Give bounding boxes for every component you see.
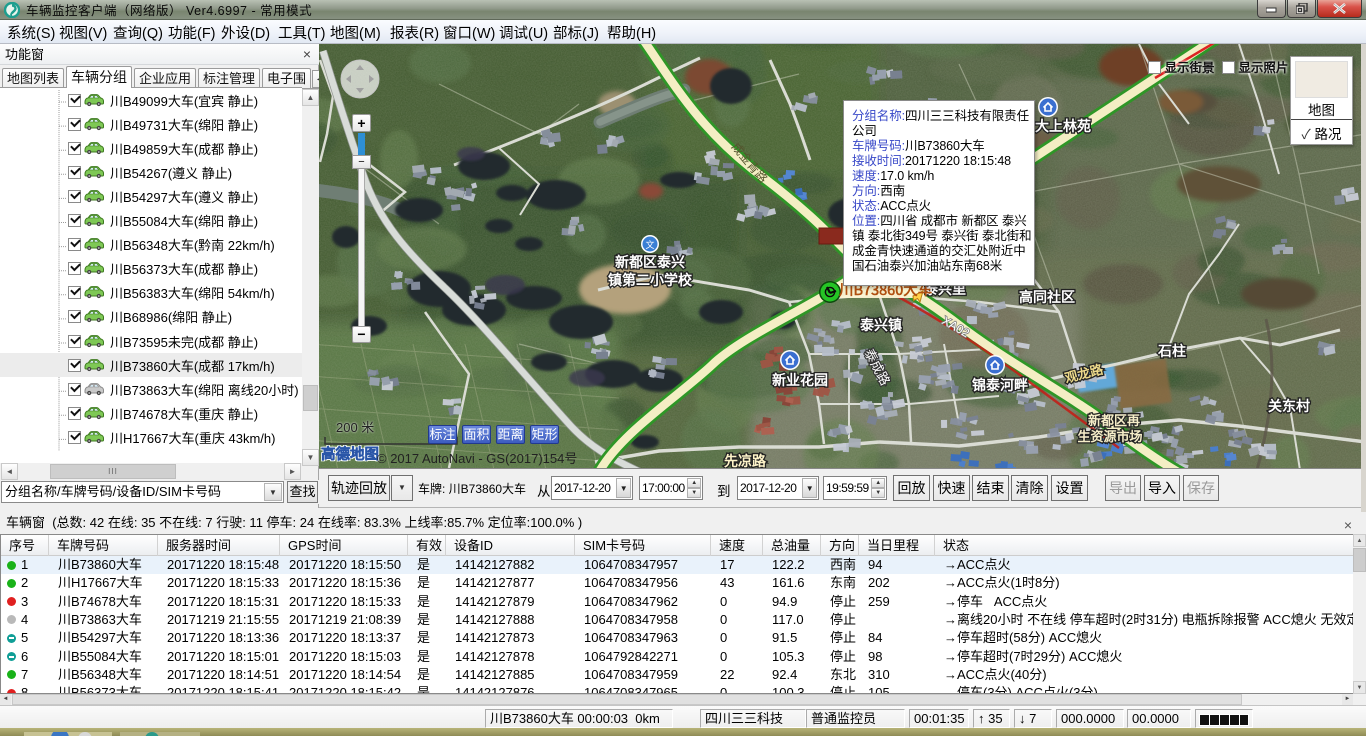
svg-text:新业花园: 新业花园 <box>772 370 828 390</box>
svg-text:石柱: 石柱 <box>1157 341 1186 361</box>
svg-text:先凉路: 先凉路 <box>724 451 767 468</box>
svg-text:生资源市场: 生资源市场 <box>1077 426 1142 445</box>
svg-text:高同社区: 高同社区 <box>1019 287 1075 307</box>
svg-text:文: 文 <box>645 238 654 251</box>
svg-text:锦泰河畔: 锦泰河畔 <box>972 375 1028 395</box>
svg-text:新都区泰兴: 新都区泰兴 <box>615 252 685 272</box>
svg-text:关东村: 关东村 <box>1268 396 1310 416</box>
svg-text:镇第二小学校: 镇第二小学校 <box>608 270 693 290</box>
svg-text:大上林苑: 大上林苑 <box>1035 116 1091 136</box>
svg-text:泰兴镇: 泰兴镇 <box>859 315 902 335</box>
